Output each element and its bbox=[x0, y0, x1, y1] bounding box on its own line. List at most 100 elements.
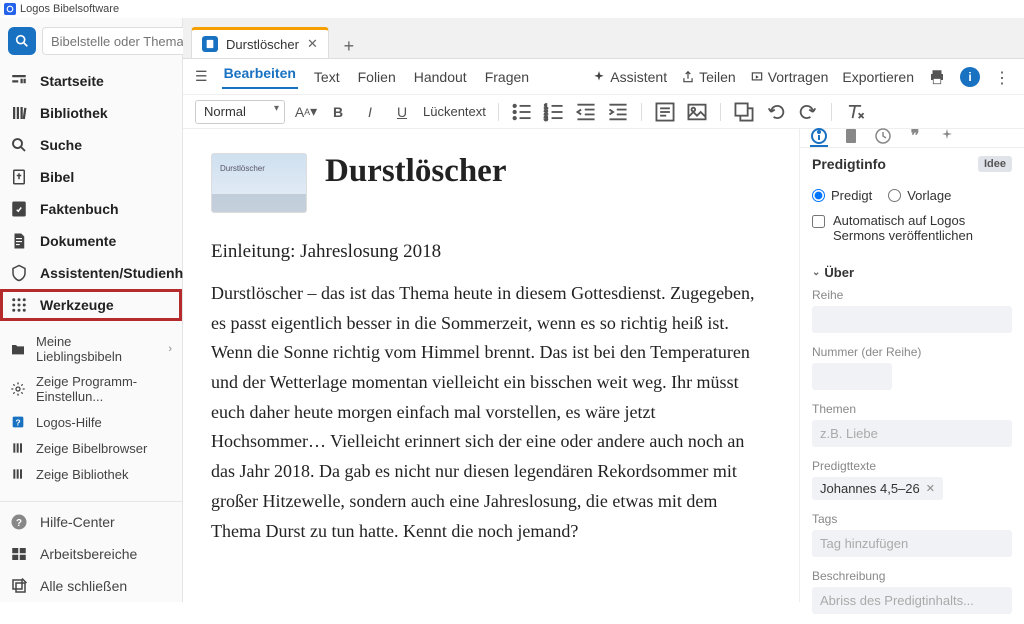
fill-text-button[interactable]: Lückentext bbox=[423, 104, 486, 119]
logo-button[interactable] bbox=[8, 27, 36, 55]
slide-thumbnail[interactable]: Durstlöscher bbox=[211, 153, 307, 213]
tab-folien[interactable]: Folien bbox=[356, 69, 398, 85]
search-icon bbox=[10, 136, 28, 154]
document-body[interactable]: Durstlöscher Durstlöscher Einleitung: Ja… bbox=[183, 129, 799, 602]
description-input[interactable] bbox=[812, 587, 1012, 614]
auto-publish-checkbox[interactable] bbox=[812, 215, 825, 228]
font-size-button[interactable]: AA ▾ bbox=[295, 101, 317, 123]
sidebar-bottom-hilfe-center[interactable]: ? Hilfe-Center bbox=[0, 506, 182, 538]
tags-input[interactable] bbox=[812, 530, 1012, 557]
documents-icon bbox=[10, 232, 28, 250]
books-icon bbox=[10, 466, 26, 482]
series-input[interactable] bbox=[812, 306, 1012, 333]
indent-button[interactable] bbox=[607, 101, 629, 123]
italic-button[interactable]: I bbox=[359, 101, 381, 123]
tab-fragen[interactable]: Fragen bbox=[483, 69, 531, 85]
outdent-button[interactable] bbox=[575, 101, 597, 123]
document-subtitle[interactable]: Einleitung: Jahreslosung 2018 bbox=[211, 241, 771, 263]
export-button[interactable]: Exportieren bbox=[842, 69, 914, 85]
chevron-down-icon: ⌄ bbox=[812, 267, 820, 278]
sidebar-item-werkzeuge[interactable]: Werkzeuge bbox=[0, 289, 182, 321]
sidebar-item-label: Logos-Hilfe bbox=[36, 415, 102, 430]
sidebar-item-startseite[interactable]: Startseite bbox=[0, 65, 182, 97]
sidebar-bottom-arbeitsbereiche[interactable]: Arbeitsbereiche bbox=[0, 538, 182, 570]
sidebar-item-faktenbuch[interactable]: Faktenbuch bbox=[0, 193, 182, 225]
menu-icon[interactable]: ☰ bbox=[195, 68, 208, 85]
style-select[interactable]: Normal bbox=[195, 100, 285, 124]
tab-durstloescher[interactable]: Durstlöscher ✕ bbox=[191, 27, 329, 58]
home-icon bbox=[10, 72, 28, 90]
sidebar-sub-hilfe[interactable]: ? Logos-Hilfe bbox=[0, 409, 182, 435]
redo-button[interactable] bbox=[797, 101, 819, 123]
sidebar-item-assistenten[interactable]: Assistenten/Studienhilfen bbox=[0, 257, 182, 289]
clear-format-button[interactable] bbox=[844, 101, 866, 123]
topics-input[interactable] bbox=[812, 420, 1012, 447]
rp-tab-sparkle[interactable] bbox=[938, 129, 956, 147]
guide-icon bbox=[10, 264, 28, 282]
help-circle-icon: ? bbox=[10, 513, 28, 531]
bullet-list-button[interactable] bbox=[511, 101, 533, 123]
sidebar-bottom-alle-schliessen[interactable]: Alle schließen bbox=[0, 570, 182, 602]
tab-text[interactable]: Text bbox=[312, 69, 342, 85]
underline-button[interactable]: U bbox=[391, 101, 413, 123]
sidebar-item-label: Alle schließen bbox=[40, 578, 127, 594]
undo-button[interactable] bbox=[765, 101, 787, 123]
present-button[interactable]: Vortragen bbox=[750, 69, 829, 85]
sidebar-item-label: Dokumente bbox=[40, 233, 116, 249]
kebab-icon[interactable]: ⋮ bbox=[994, 68, 1012, 86]
rp-tab-info[interactable] bbox=[810, 129, 828, 147]
workspaces-icon bbox=[10, 545, 28, 563]
topics-label: Themen bbox=[812, 402, 1012, 416]
sidebar-item-bibel[interactable]: Bibel bbox=[0, 161, 182, 193]
tab-add-button[interactable]: + bbox=[337, 34, 361, 58]
gear-icon bbox=[10, 381, 26, 397]
svg-text:?: ? bbox=[16, 518, 22, 529]
close-all-icon bbox=[10, 577, 28, 595]
share-button[interactable]: Teilen bbox=[681, 69, 736, 85]
sidebar-sub-bibelbrowser[interactable]: Zeige Bibelbrowser bbox=[0, 435, 182, 461]
chip-remove-icon[interactable]: ✕ bbox=[926, 482, 935, 495]
rp-about-toggle[interactable]: ⌄ Über bbox=[800, 259, 1024, 286]
radio-vorlage[interactable]: Vorlage bbox=[888, 188, 951, 203]
info-icon[interactable]: i bbox=[960, 67, 980, 87]
number-input[interactable] bbox=[812, 363, 892, 390]
auto-publish-label: Automatisch auf Logos Sermons veröffentl… bbox=[833, 213, 1012, 243]
tab-label: Durstlöscher bbox=[226, 37, 299, 52]
tab-bearbeiten[interactable]: Bearbeiten bbox=[222, 65, 298, 89]
sidebar-item-label: Zeige Bibelbrowser bbox=[36, 441, 147, 456]
tab-close-button[interactable]: ✕ bbox=[307, 36, 318, 52]
insert-button[interactable] bbox=[733, 101, 755, 123]
help-icon: ? bbox=[10, 414, 26, 430]
numbered-list-button[interactable]: 123 bbox=[543, 101, 565, 123]
print-icon[interactable] bbox=[928, 68, 946, 86]
description-label: Beschreibung bbox=[812, 569, 1012, 583]
folder-icon bbox=[10, 341, 26, 357]
sidebar-item-bibliothek[interactable]: Bibliothek bbox=[0, 97, 182, 129]
titlebar: Logos Bibelsoftware bbox=[0, 0, 1024, 18]
sidebar-sub-einstellungen[interactable]: Zeige Programm-Einstellun... bbox=[0, 369, 182, 409]
tab-handout[interactable]: Handout bbox=[412, 69, 469, 85]
assistant-button[interactable]: Assistent bbox=[592, 69, 667, 85]
document-title[interactable]: Durstlöscher bbox=[325, 153, 506, 190]
sidebar-item-suche[interactable]: Suche bbox=[0, 129, 182, 161]
series-label: Reihe bbox=[812, 288, 1012, 302]
document-icon bbox=[202, 36, 218, 52]
rp-tab-history[interactable] bbox=[874, 129, 892, 147]
radio-predigt[interactable]: Predigt bbox=[812, 188, 872, 203]
sidebar-item-dokumente[interactable]: Dokumente bbox=[0, 225, 182, 257]
document-paragraph[interactable]: Durstlöscher – das ist das Thema heute i… bbox=[211, 279, 771, 546]
sidebar-sub-zeige-bibliothek[interactable]: Zeige Bibliothek bbox=[0, 461, 182, 487]
sidebar-sub-lieblingsbibeln[interactable]: Meine Lieblingsbibeln › bbox=[0, 329, 182, 369]
sidebar-item-label: Hilfe-Center bbox=[40, 514, 115, 530]
rp-badge[interactable]: Idee bbox=[978, 156, 1012, 172]
text-chip[interactable]: Johannes 4,5–26 ✕ bbox=[812, 477, 943, 500]
image-button[interactable] bbox=[686, 101, 708, 123]
doc-toolbar-primary: ☰ Bearbeiten Text Folien Handout Fragen … bbox=[183, 59, 1024, 95]
rp-tab-book[interactable] bbox=[842, 129, 860, 147]
bold-button[interactable]: B bbox=[327, 101, 349, 123]
block-button[interactable] bbox=[654, 101, 676, 123]
sidebar: Startseite Bibliothek Suche Bibel Fakten… bbox=[0, 18, 183, 602]
rp-tab-quote[interactable]: ❞ bbox=[906, 129, 924, 147]
texts-label: Predigttexte bbox=[812, 459, 1012, 473]
svg-text:3: 3 bbox=[544, 115, 548, 122]
